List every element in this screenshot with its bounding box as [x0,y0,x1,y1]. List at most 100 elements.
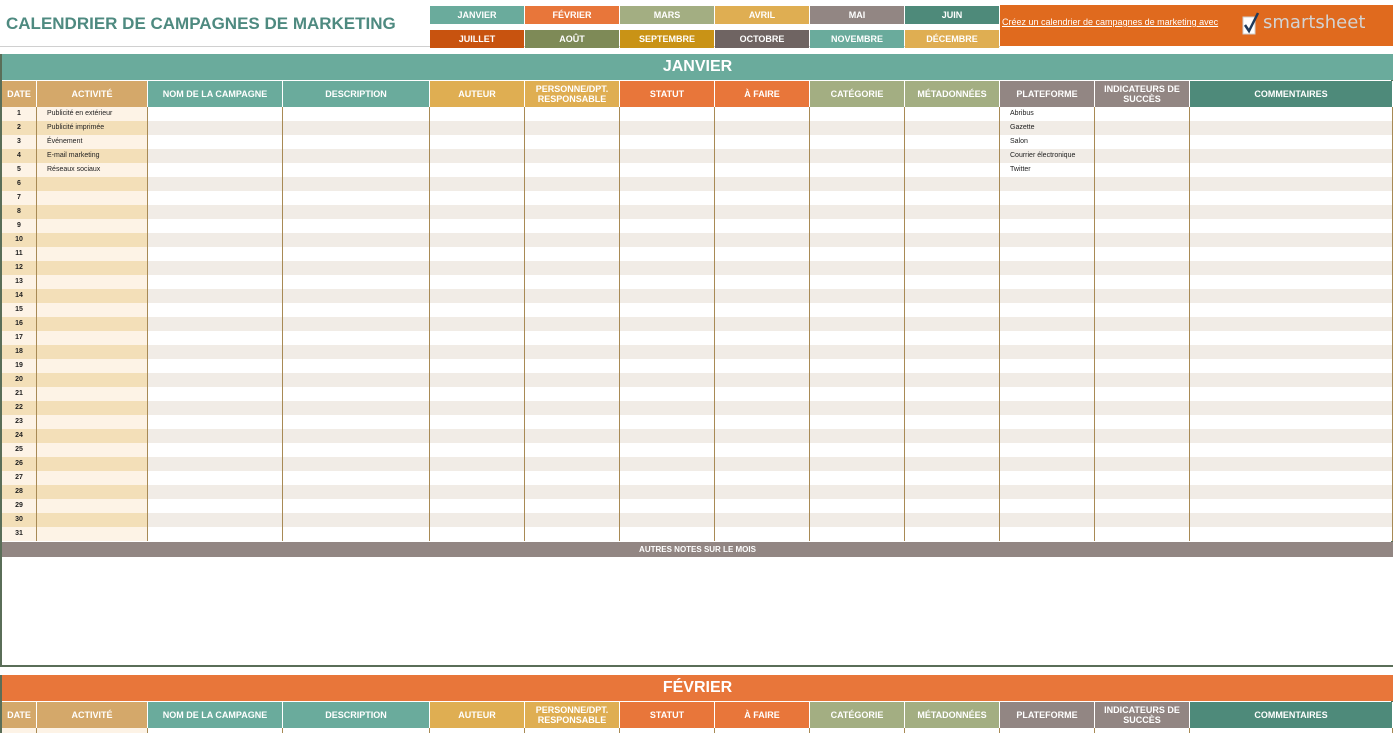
month-tab-4[interactable]: MAI [810,6,904,24]
table-cell[interactable] [430,149,525,163]
table-cell[interactable] [1190,359,1393,373]
table-cell[interactable] [810,387,905,401]
table-cell[interactable] [525,415,620,429]
table-cell[interactable] [148,443,283,457]
month-tab-0[interactable]: JANVIER [430,6,524,24]
table-cell[interactable] [283,247,430,261]
table-cell[interactable] [620,303,715,317]
table-cell[interactable] [148,513,283,527]
table-cell[interactable] [810,443,905,457]
platform-cell[interactable]: Courrier électronique [1000,149,1095,163]
table-cell[interactable] [620,317,715,331]
table-cell[interactable] [283,163,430,177]
month-tab-5[interactable]: JUIN [905,6,999,24]
table-cell[interactable] [810,373,905,387]
table-cell[interactable] [620,261,715,275]
table-cell[interactable] [620,387,715,401]
table-cell[interactable] [1000,443,1095,457]
table-cell[interactable] [1000,191,1095,205]
table-cell[interactable] [1095,247,1190,261]
table-cell[interactable] [525,205,620,219]
table-cell[interactable] [1190,415,1393,429]
table-cell[interactable] [905,401,1000,415]
table-cell[interactable] [715,275,810,289]
table-cell[interactable] [525,373,620,387]
table-cell[interactable] [148,275,283,289]
table-cell[interactable] [620,471,715,485]
table-cell[interactable] [430,345,525,359]
table-cell[interactable] [1095,485,1190,499]
table-cell[interactable] [620,429,715,443]
table-cell[interactable] [430,401,525,415]
table-cell[interactable] [1000,387,1095,401]
table-cell[interactable] [905,135,1000,149]
table-cell[interactable] [525,191,620,205]
activity-cell[interactable]: Événement [37,135,148,149]
table-cell[interactable] [810,121,905,135]
table-cell[interactable] [1095,443,1190,457]
table-cell[interactable] [430,275,525,289]
table-cell[interactable] [905,513,1000,527]
table-cell[interactable] [37,345,148,359]
table-cell[interactable] [148,471,283,485]
table-cell[interactable] [1190,247,1393,261]
table-cell[interactable] [810,191,905,205]
table-cell[interactable] [1000,527,1095,541]
table-cell[interactable] [283,331,430,345]
table-cell[interactable] [1190,107,1393,121]
table-cell[interactable] [525,275,620,289]
table-cell[interactable] [905,177,1000,191]
table-cell[interactable] [1095,177,1190,191]
table-cell[interactable] [715,107,810,121]
table-cell[interactable] [37,191,148,205]
table-cell[interactable] [810,247,905,261]
month-tab-7[interactable]: AOÛT [525,30,619,48]
table-cell[interactable] [148,219,283,233]
smartsheet-logo[interactable]: smartsheet [1263,12,1365,33]
table-cell[interactable] [430,107,525,121]
table-cell[interactable] [525,261,620,275]
table-cell[interactable] [1190,387,1393,401]
table-cell[interactable] [430,415,525,429]
table-cell[interactable] [1000,289,1095,303]
table-cell[interactable] [525,429,620,443]
table-cell[interactable] [430,303,525,317]
table-cell[interactable] [905,485,1000,499]
table-cell[interactable] [525,177,620,191]
table-cell[interactable] [810,499,905,513]
table-cell[interactable] [715,359,810,373]
table-cell[interactable] [1000,177,1095,191]
promo-link[interactable]: Créez un calendrier de campagnes de mark… [1002,17,1218,27]
table-cell[interactable] [715,233,810,247]
table-cell[interactable] [1000,261,1095,275]
table-cell[interactable] [620,247,715,261]
month-tab-8[interactable]: SEPTEMBRE [620,30,714,48]
table-cell[interactable] [620,191,715,205]
table-cell[interactable] [1095,107,1190,121]
table-cell[interactable] [525,728,620,733]
table-cell[interactable] [715,247,810,261]
platform-cell[interactable]: Salon [1000,135,1095,149]
table-cell[interactable] [1000,205,1095,219]
table-cell[interactable] [37,317,148,331]
table-cell[interactable] [525,485,620,499]
table-cell[interactable] [1000,513,1095,527]
table-cell[interactable] [430,331,525,345]
table-cell[interactable] [1190,345,1393,359]
table-cell[interactable] [148,429,283,443]
table-cell[interactable] [810,317,905,331]
table-cell[interactable] [1095,527,1190,541]
table-cell[interactable] [1000,303,1095,317]
table-cell[interactable] [37,247,148,261]
table-cell[interactable] [715,499,810,513]
month-tab-10[interactable]: NOVEMBRE [810,30,904,48]
table-cell[interactable] [148,163,283,177]
table-cell[interactable] [430,233,525,247]
table-cell[interactable] [1190,191,1393,205]
table-cell[interactable] [430,471,525,485]
table-cell[interactable] [715,149,810,163]
table-cell[interactable] [715,219,810,233]
table-cell[interactable] [810,331,905,345]
table-cell[interactable] [810,303,905,317]
table-cell[interactable] [715,527,810,541]
